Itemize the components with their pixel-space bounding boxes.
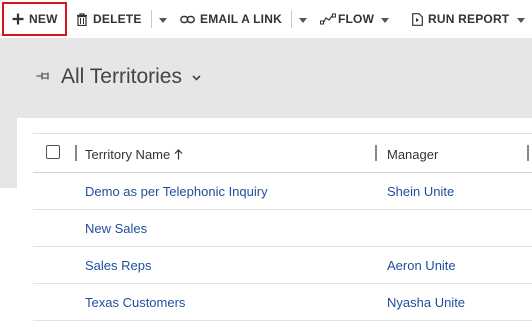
email-link-button-label: EMAIL A LINK bbox=[200, 12, 282, 26]
territory-name-link[interactable]: Texas Customers bbox=[85, 295, 185, 310]
table-row[interactable]: Demo as per Telephonic Inquiry Shein Uni… bbox=[33, 173, 532, 210]
select-all-checkbox[interactable] bbox=[46, 145, 60, 159]
manager-link[interactable]: Aeron Unite bbox=[387, 258, 456, 273]
column-header-manager[interactable]: Manager bbox=[387, 147, 438, 162]
column-divider[interactable] bbox=[75, 145, 77, 161]
column-header-label: Territory Name bbox=[85, 147, 171, 162]
run-report-split-button: RUN REPORT bbox=[412, 0, 526, 38]
email-link-button[interactable]: EMAIL A LINK bbox=[180, 0, 282, 38]
table-row[interactable]: Sales Reps Aeron Unite bbox=[33, 247, 532, 284]
email-link-split-button: EMAIL A LINK bbox=[180, 0, 307, 38]
divider bbox=[290, 10, 292, 28]
column-divider[interactable] bbox=[527, 145, 529, 161]
flow-button-label: FLOW bbox=[338, 12, 375, 26]
manager-link[interactable]: Nyasha Unite bbox=[387, 295, 465, 310]
delete-button-label: DELETE bbox=[93, 12, 142, 26]
column-divider[interactable] bbox=[375, 145, 377, 161]
sort-ascending-icon bbox=[174, 148, 183, 163]
run-report-button-label: RUN REPORT bbox=[428, 12, 510, 26]
email-more-chevron-icon[interactable] bbox=[298, 10, 307, 28]
flow-split-button: FLOW bbox=[320, 0, 390, 38]
chevron-down-icon[interactable] bbox=[192, 68, 201, 86]
view-selector[interactable]: All Territories bbox=[36, 65, 201, 89]
delete-more-chevron-icon[interactable] bbox=[158, 10, 167, 28]
delete-button[interactable]: DELETE bbox=[76, 0, 142, 38]
table-row[interactable]: New Sales bbox=[33, 210, 532, 247]
view-header: All Territories bbox=[0, 38, 532, 118]
grid-header: Territory Name Manager bbox=[33, 133, 532, 173]
delete-split-button: DELETE bbox=[76, 0, 167, 38]
command-bar: NEW DELETE EMAIL A LINK FLOW RUN REPORT bbox=[0, 0, 532, 38]
territory-name-link[interactable]: New Sales bbox=[85, 221, 147, 236]
territory-name-link[interactable]: Demo as per Telephonic Inquiry bbox=[85, 184, 268, 199]
flow-button[interactable]: FLOW bbox=[320, 0, 374, 38]
link-icon bbox=[180, 15, 195, 24]
run-report-chevron-icon[interactable] bbox=[517, 10, 526, 28]
divider bbox=[150, 10, 152, 28]
table-row[interactable]: Texas Customers Nyasha Unite bbox=[33, 284, 532, 321]
report-icon bbox=[412, 12, 423, 26]
column-header-label: Manager bbox=[387, 147, 439, 162]
territory-name-link[interactable]: Sales Reps bbox=[85, 258, 151, 273]
trash-icon bbox=[76, 12, 88, 26]
flow-icon bbox=[320, 13, 336, 25]
plus-icon bbox=[12, 13, 24, 25]
left-gutter bbox=[0, 118, 17, 188]
run-report-button[interactable]: RUN REPORT bbox=[412, 0, 509, 38]
manager-link[interactable]: Shein Unite bbox=[387, 184, 454, 199]
flow-chevron-icon[interactable] bbox=[381, 10, 390, 28]
new-button[interactable]: NEW bbox=[2, 2, 67, 36]
records-grid: Territory Name Manager Demo as per Telep… bbox=[33, 133, 532, 322]
new-button-label: NEW bbox=[29, 12, 58, 26]
page-title: All Territories bbox=[61, 65, 182, 88]
pin-icon[interactable] bbox=[36, 68, 51, 86]
column-header-territory-name[interactable]: Territory Name bbox=[85, 147, 183, 163]
